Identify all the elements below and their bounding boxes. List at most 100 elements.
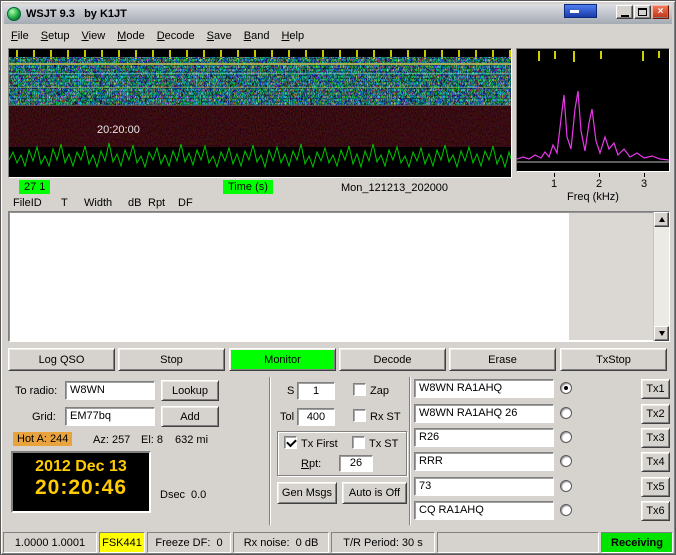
utc-clock: 2012 Dec 13 20:20:46 bbox=[11, 451, 151, 513]
tx4-message-input[interactable]: RRR bbox=[414, 452, 554, 471]
maximize-button[interactable] bbox=[634, 5, 651, 19]
tx-st-checkbox[interactable] bbox=[352, 436, 365, 449]
close-button[interactable]: × bbox=[652, 5, 669, 19]
grid-label: Grid: bbox=[32, 411, 56, 423]
tx5-button[interactable]: Tx5 bbox=[641, 477, 670, 497]
tx3-radio[interactable] bbox=[560, 431, 572, 443]
waterfall-streak bbox=[9, 73, 511, 74]
column-header-df: DF bbox=[178, 197, 193, 209]
tx2-button[interactable]: Tx2 bbox=[641, 404, 670, 424]
menu-item-band[interactable]: Band bbox=[239, 28, 277, 44]
distance-label: 632 mi bbox=[175, 434, 209, 446]
tx-st-label: Tx ST bbox=[369, 438, 399, 450]
down-arrow-icon bbox=[658, 331, 665, 336]
tx3-button[interactable]: Tx3 bbox=[641, 428, 670, 448]
lookup-button[interactable]: Lookup bbox=[161, 380, 219, 401]
waterfall-streak bbox=[9, 63, 511, 65]
minimize-button[interactable] bbox=[616, 5, 633, 19]
waterfall-sync-ticks bbox=[9, 50, 511, 59]
column-header-db: dB bbox=[128, 197, 142, 209]
scroll-down-button[interactable] bbox=[654, 326, 669, 341]
elevation-label: El: 8 bbox=[141, 434, 164, 446]
freq-axis-tick bbox=[554, 173, 555, 177]
menu-item-file[interactable]: File bbox=[6, 28, 36, 44]
s-value-box[interactable]: 1 bbox=[297, 382, 335, 400]
waterfall-display[interactable]: 20:20:00 bbox=[8, 48, 512, 178]
log-qso-button[interactable]: Log QSO bbox=[8, 348, 115, 371]
tx4-radio[interactable] bbox=[560, 455, 572, 467]
menu-item-help[interactable]: Help bbox=[276, 28, 311, 44]
menu-item-save[interactable]: Save bbox=[202, 28, 239, 44]
azimuth-label: Az: 257 bbox=[93, 434, 131, 446]
panel-divider bbox=[269, 377, 271, 525]
status-tr-period: T/R Period: 30 s bbox=[331, 532, 435, 553]
waterfall-divider-line bbox=[9, 105, 511, 106]
tol-label: Tol bbox=[280, 411, 295, 423]
rpt-label: Rpt: bbox=[301, 458, 322, 470]
window-title: WSJT 9.3 by K1JT bbox=[26, 8, 127, 20]
clock-date: 2012 Dec 13 bbox=[35, 458, 127, 475]
tx1-radio[interactable] bbox=[560, 382, 572, 394]
rpt-input[interactable]: 26 bbox=[339, 455, 373, 472]
time-axis-badge: Time (s) bbox=[223, 180, 273, 194]
menu-item-mode[interactable]: Mode bbox=[112, 28, 152, 44]
tx1-button[interactable]: Tx1 bbox=[641, 379, 670, 399]
freq-tick-label-3: 3 bbox=[641, 178, 648, 190]
recording-file-name: Mon_121213_202000 bbox=[341, 182, 449, 194]
tx6-button[interactable]: Tx6 bbox=[641, 501, 670, 521]
background-window-titlebar-fragment bbox=[564, 4, 597, 18]
decode-button[interactable]: Decode bbox=[339, 348, 446, 371]
menu-item-decode[interactable]: Decode bbox=[152, 28, 202, 44]
gen-msgs-button[interactable]: Gen Msgs bbox=[277, 482, 337, 504]
grid-input[interactable]: EM77bq bbox=[65, 407, 155, 426]
waterfall-sparse-noise bbox=[9, 105, 511, 147]
globe-app-icon bbox=[7, 7, 21, 21]
erase-button[interactable]: Erase bbox=[449, 348, 556, 371]
menu-item-view[interactable]: View bbox=[77, 28, 113, 44]
tol-value-box[interactable]: 400 bbox=[297, 408, 335, 426]
dsec-label: Dsec bbox=[160, 489, 186, 501]
column-header-t: T bbox=[61, 197, 68, 209]
waterfall-time-label: 20:20:00 bbox=[97, 124, 140, 136]
decoded-area-scrollbar[interactable] bbox=[653, 212, 669, 341]
close-icon: × bbox=[657, 6, 664, 17]
freq-tick-label-2: 2 bbox=[596, 178, 603, 190]
s-label: S bbox=[287, 385, 295, 397]
txstop-button[interactable]: TxStop bbox=[560, 348, 667, 371]
tx6-message-input[interactable]: CQ RA1AHQ bbox=[414, 501, 554, 520]
tx4-button[interactable]: Tx4 bbox=[641, 452, 670, 472]
zap-label: Zap bbox=[370, 385, 389, 397]
tx6-radio[interactable] bbox=[560, 504, 572, 516]
tx5-message-input[interactable]: 73 bbox=[414, 477, 554, 496]
hot-a-badge: Hot A: 244 bbox=[13, 432, 73, 446]
column-header-fileid: FileID bbox=[13, 197, 42, 209]
decoded-text-area[interactable] bbox=[8, 211, 670, 342]
spectrum-display[interactable] bbox=[516, 48, 670, 172]
scroll-up-button[interactable] bbox=[654, 212, 669, 227]
clock-time: 20:20:46 bbox=[34, 476, 128, 499]
tx2-message-input[interactable]: W8WN RA1AHQ 26 bbox=[414, 404, 554, 423]
stop-button[interactable]: Stop bbox=[118, 348, 225, 371]
tx5-radio[interactable] bbox=[560, 480, 572, 492]
to-radio-label: To radio: bbox=[15, 385, 58, 397]
decoded-area-side-panel bbox=[569, 213, 653, 340]
tx-first-checkbox[interactable] bbox=[284, 436, 297, 449]
tx3-message-input[interactable]: R26 bbox=[414, 428, 554, 447]
status-rx-noise: Rx noise: 0 dB bbox=[233, 532, 329, 553]
up-arrow-icon bbox=[658, 217, 665, 222]
rx-st-checkbox[interactable] bbox=[353, 409, 366, 422]
auto-toggle-button[interactable]: Auto is Off bbox=[342, 482, 407, 504]
tx2-radio[interactable] bbox=[560, 407, 572, 419]
dsec-value[interactable]: 0.0 bbox=[191, 489, 206, 501]
menu-item-setup[interactable]: Setup bbox=[36, 28, 77, 44]
add-button[interactable]: Add bbox=[161, 406, 219, 427]
to-radio-input[interactable]: W8WN bbox=[65, 381, 155, 400]
monitor-button[interactable]: Monitor bbox=[229, 348, 336, 371]
status-spacer bbox=[437, 532, 599, 553]
wsjt-window: WSJT 9.3 by K1JT × File Setup View Mode … bbox=[0, 0, 676, 555]
rx-st-label: Rx ST bbox=[370, 411, 401, 423]
freq-axis-label: Freq (kHz) bbox=[567, 191, 619, 203]
zap-checkbox[interactable] bbox=[353, 383, 366, 396]
tx1-message-input[interactable]: W8WN RA1AHQ bbox=[414, 379, 554, 398]
spectrum-background bbox=[517, 49, 669, 171]
